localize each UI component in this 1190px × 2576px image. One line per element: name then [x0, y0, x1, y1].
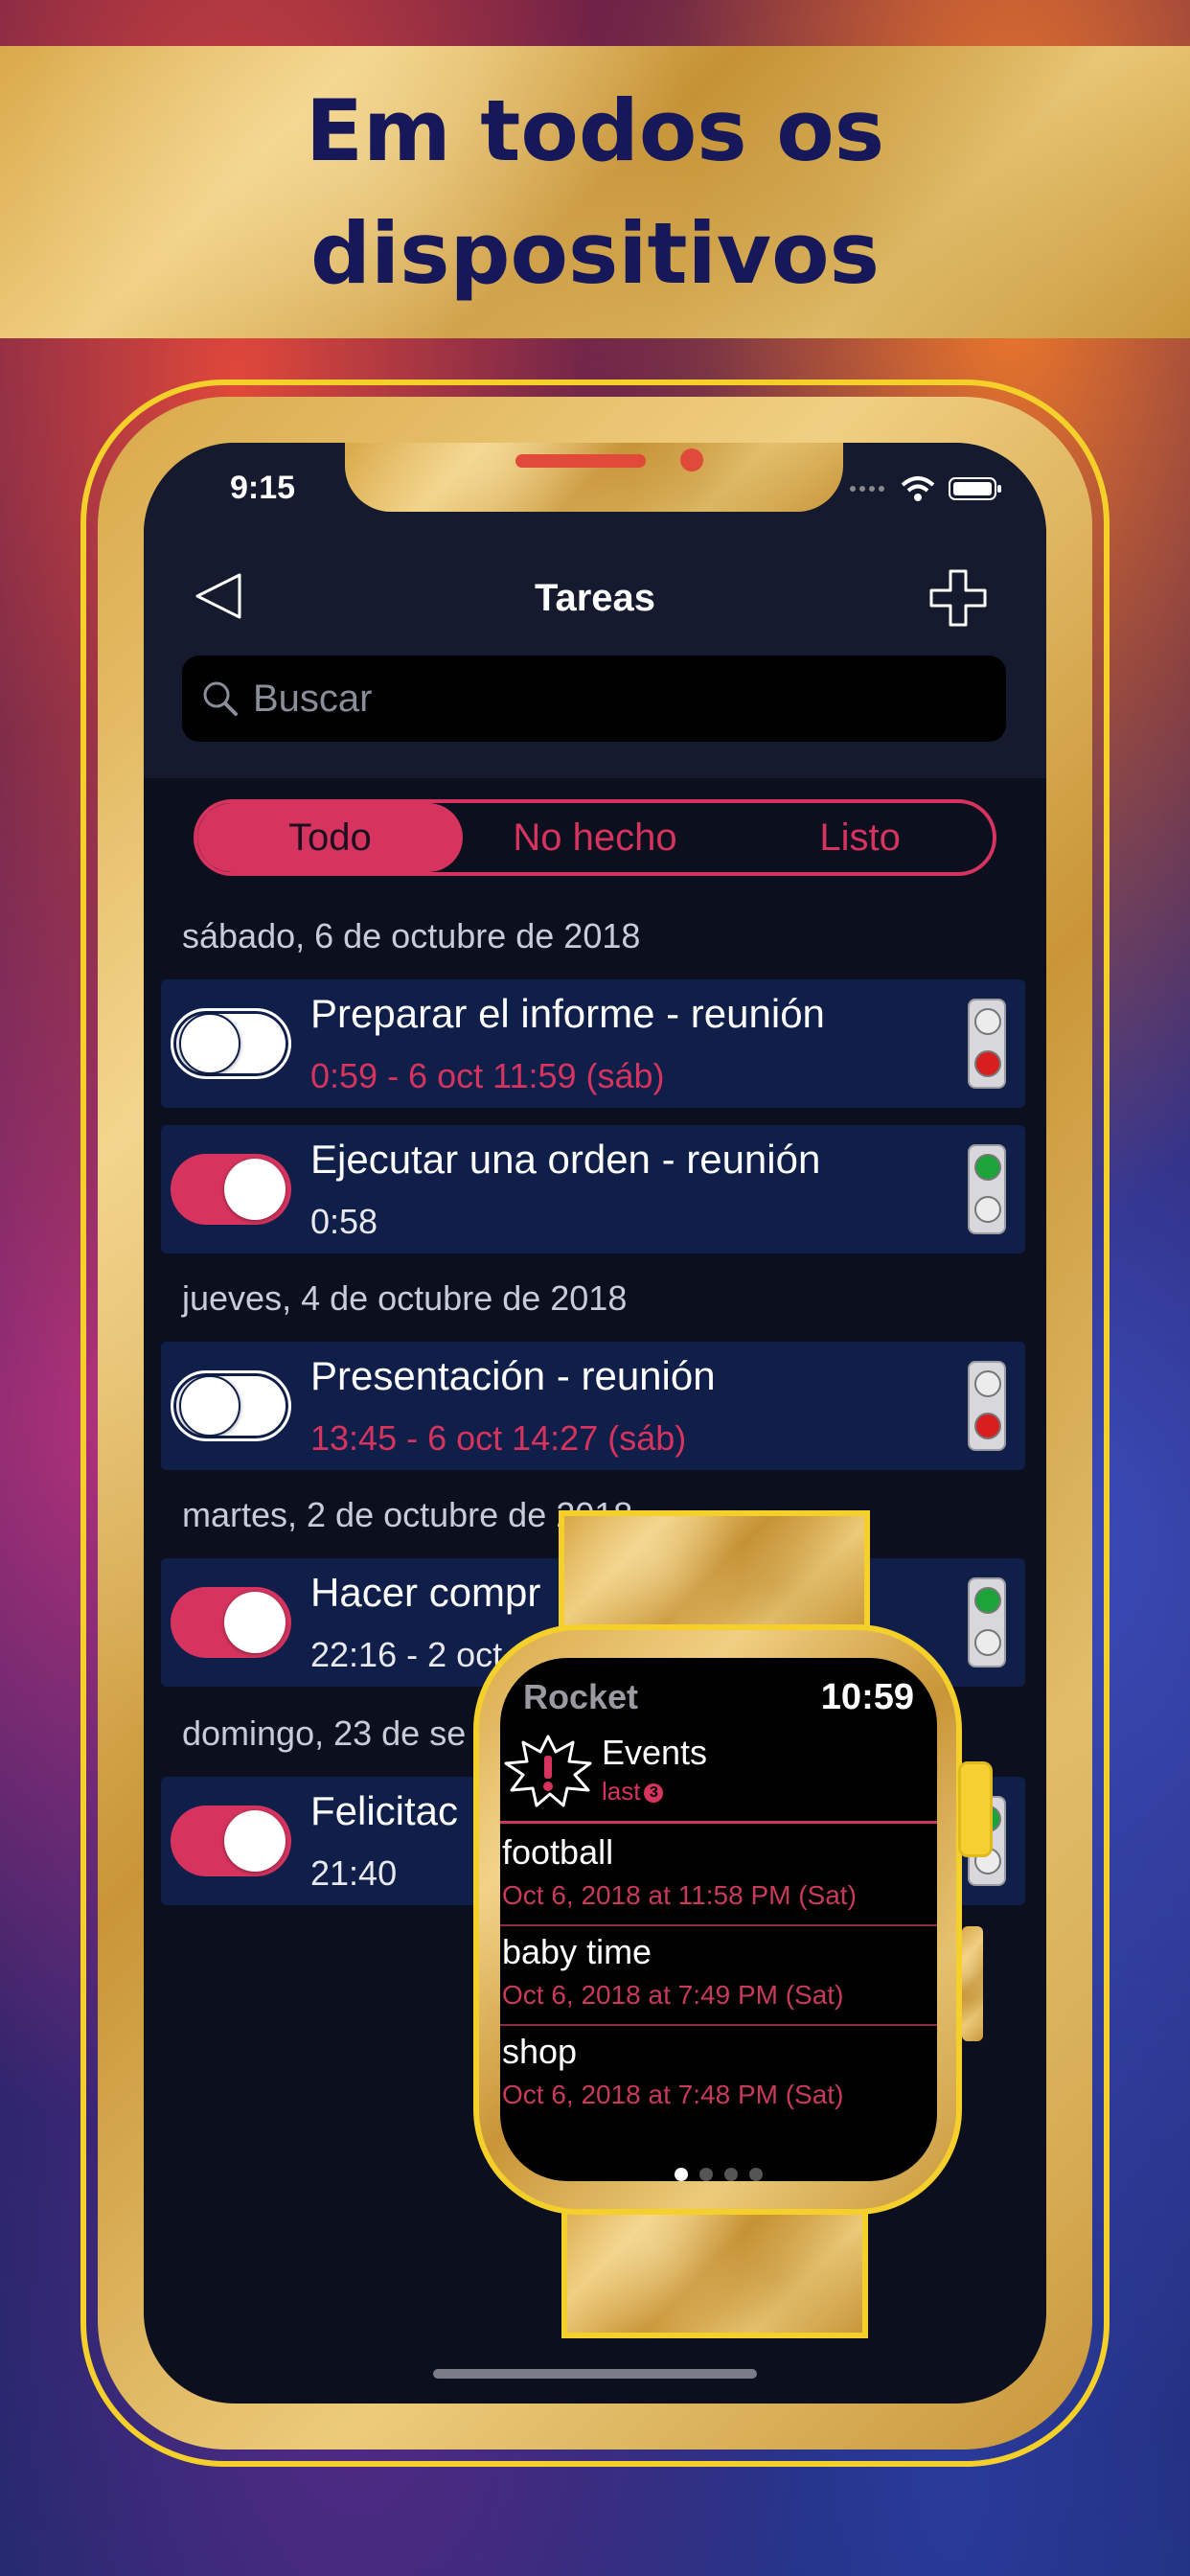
- alert-burst-icon: [504, 1735, 592, 1807]
- watch-band-top: [559, 1510, 870, 1635]
- notch: [345, 443, 843, 512]
- lamp: [974, 1050, 1001, 1077]
- toggle-knob: [224, 1810, 286, 1872]
- task-time: 0:59 - 6 oct 11:59 (sáb): [310, 1056, 665, 1095]
- signal-icon: [850, 486, 884, 492]
- done-toggle[interactable]: [171, 1008, 291, 1079]
- done-toggle[interactable]: [171, 1154, 291, 1225]
- watch-item-title: baby time: [502, 1932, 652, 1971]
- section-date: domingo, 23 de se: [182, 1714, 467, 1753]
- toggle-knob: [224, 1159, 286, 1220]
- watch-crown[interactable]: [958, 1761, 993, 1857]
- page-title: Tareas: [534, 577, 655, 619]
- task-time: 0:58: [310, 1202, 378, 1241]
- events-last-label: last: [602, 1777, 641, 1806]
- watch-item-date: Oct 6, 2018 at 7:48 PM (Sat): [502, 2080, 844, 2109]
- lamp: [974, 1370, 1001, 1397]
- status-icons: [849, 475, 1002, 502]
- watch-list-item[interactable]: football Oct 6, 2018 at 11:58 PM (Sat): [500, 1827, 937, 1926]
- page-dot[interactable]: [699, 2168, 713, 2181]
- segment-listo[interactable]: Listo: [727, 803, 993, 872]
- traffic-light-icon: [968, 1361, 1006, 1451]
- filter-segmented-control[interactable]: Todo No hecho Listo: [194, 799, 996, 876]
- segment-no-hecho[interactable]: No hecho: [463, 803, 728, 872]
- watch-item-title: shop: [502, 2032, 578, 2071]
- task-time: 22:16 - 2 oct: [310, 1635, 503, 1674]
- watch-list-item[interactable]: shop Oct 6, 2018 at 7:48 PM (Sat): [500, 2026, 937, 2124]
- front-camera: [680, 448, 703, 472]
- lamp: [974, 1587, 1001, 1614]
- events-count-badge: 3: [644, 1783, 664, 1804]
- toggle-knob: [224, 1592, 286, 1653]
- lamp: [974, 1629, 1001, 1656]
- section-date: jueves, 4 de octubre de 2018: [182, 1278, 628, 1318]
- watch-side-button[interactable]: [962, 1926, 983, 2041]
- section-date: sábado, 6 de octubre de 2018: [182, 916, 641, 955]
- battery-icon: [949, 477, 1001, 500]
- traffic-light-icon: [968, 1144, 1006, 1234]
- traffic-light-icon: [968, 999, 1006, 1089]
- page-dot[interactable]: [724, 2168, 738, 2181]
- home-indicator[interactable]: [433, 2369, 757, 2379]
- task-row[interactable]: Ejecutar una orden - reunión 0:58: [161, 1125, 1025, 1254]
- task-title: Hacer compr: [310, 1570, 541, 1615]
- banner-title: Em todos os dispositivos: [305, 80, 885, 303]
- watch-item-date: Oct 6, 2018 at 11:58 PM (Sat): [502, 1880, 857, 1910]
- task-title: Felicitac: [310, 1788, 459, 1833]
- done-toggle[interactable]: [171, 1806, 291, 1876]
- task-time: 21:40: [310, 1853, 398, 1893]
- speaker-grille: [515, 454, 646, 468]
- watch-screen: Rocket 10:59 Events last 3 football Oct 6…: [500, 1658, 937, 2181]
- plus-icon[interactable]: [927, 567, 989, 629]
- watch-list-item[interactable]: baby time Oct 6, 2018 at 7:49 PM (Sat): [500, 1926, 937, 2026]
- banner: Em todos os dispositivos: [0, 46, 1190, 338]
- events-last: last 3: [602, 1777, 664, 1806]
- watch-time: 10:59: [820, 1677, 914, 1717]
- watch-item-title: football: [502, 1832, 614, 1872]
- search-input[interactable]: [251, 676, 983, 722]
- watch-events-row[interactable]: Events last 3: [500, 1729, 937, 1824]
- task-title: Preparar el informe - reunión: [310, 991, 825, 1036]
- lamp: [974, 1008, 1001, 1035]
- done-toggle[interactable]: [171, 1587, 291, 1658]
- task-title: Presentación - reunión: [310, 1353, 716, 1398]
- task-time: 13:45 - 6 oct 14:27 (sáb): [310, 1418, 687, 1458]
- events-title: Events: [602, 1733, 708, 1772]
- wifi-icon: [901, 476, 935, 501]
- lamp: [974, 1413, 1001, 1439]
- task-row[interactable]: Preparar el informe - reunión 0:59 - 6 o…: [161, 979, 1025, 1108]
- traffic-light-icon: [968, 1577, 1006, 1668]
- done-toggle[interactable]: [171, 1370, 291, 1441]
- watch-app-name: Rocket: [523, 1677, 639, 1716]
- lamp: [974, 1154, 1001, 1181]
- lamp: [974, 1196, 1001, 1223]
- status-time: 9:15: [230, 470, 296, 506]
- toggle-knob: [179, 1013, 240, 1074]
- segment-todo[interactable]: Todo: [197, 803, 463, 872]
- search-icon: [203, 681, 238, 716]
- page-dot[interactable]: [749, 2168, 763, 2181]
- search-bar[interactable]: [182, 656, 1006, 742]
- toggle-knob: [179, 1375, 240, 1437]
- task-row[interactable]: Presentación - reunión 13:45 - 6 oct 14:…: [161, 1342, 1025, 1470]
- watch-item-date: Oct 6, 2018 at 7:49 PM (Sat): [502, 1980, 844, 2010]
- page-dots: [500, 2168, 937, 2181]
- task-title: Ejecutar una orden - reunión: [310, 1137, 821, 1182]
- page-dot[interactable]: [675, 2168, 688, 2181]
